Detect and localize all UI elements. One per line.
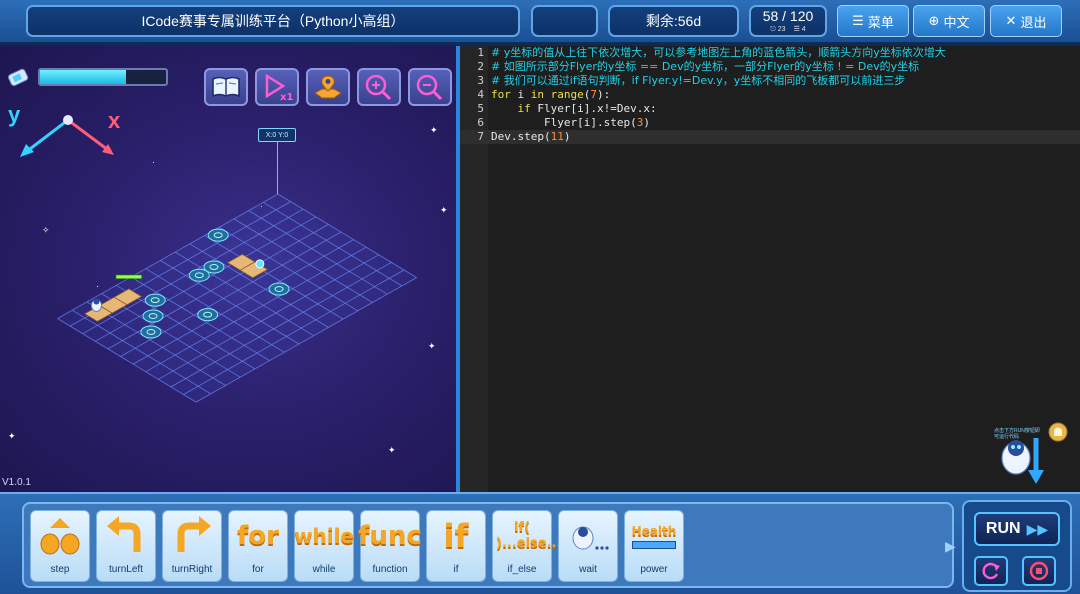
command-label: function — [372, 564, 408, 575]
code-line[interactable]: 2 # 如图所示部分Flyer的y坐标 == Dev的y坐标，一部分Flyer的y… — [460, 60, 1080, 74]
stop-icon — [1029, 561, 1049, 581]
code-text: # y坐标的值从上往下依次增大，可以参考地图左上角的蓝色箭头，顺箭头方向y坐标依… — [491, 46, 946, 59]
command-step[interactable]: step — [30, 510, 90, 582]
command-function[interactable]: func function — [358, 510, 422, 582]
code-line[interactable]: 7 Dev.step(11) — [460, 130, 1080, 144]
command-wait[interactable]: wait — [558, 510, 618, 582]
code-text: for i in range(7): — [491, 88, 611, 101]
top-bar: ICode赛事专属训练平台（Python小高组） 剩余:56d 58 / 120… — [0, 0, 1080, 44]
menu-icon: ☰ — [852, 13, 864, 28]
code-text: Flyer[i].step(3) — [491, 116, 650, 129]
tray-expand-arrow-icon[interactable]: ▶ — [945, 538, 956, 556]
flyer-pad — [140, 325, 162, 339]
game-canvas[interactable]: ✦ ✦ ✦ ✦ · · ✧ · ✦ x1 — [0, 46, 456, 492]
remaining-days-text: 剩余:56d — [645, 13, 702, 29]
menu-button[interactable]: ☰ 菜单 — [837, 5, 909, 37]
for-icon: for — [237, 521, 279, 551]
flyer-pad — [207, 228, 229, 242]
if-icon: if — [443, 517, 469, 555]
globe-icon: ⊕ — [928, 13, 940, 28]
code-text: # 如图所示部分Flyer的y坐标 == Dev的y坐标，一部分Flyer的y坐… — [491, 60, 920, 73]
remaining-days: 剩余:56d — [608, 5, 739, 37]
score-text: 58 / 120 — [762, 8, 814, 24]
code-text: if Flyer[i].x!=Dev.x: — [517, 102, 657, 115]
command-power[interactable]: Health power — [624, 510, 684, 582]
line-number: 5 — [477, 102, 484, 115]
score-box: 58 / 120 ⎋ 23 ☰ 4 — [749, 5, 827, 37]
command-turnleft[interactable]: turnLeft — [96, 510, 156, 582]
command-label: if — [453, 564, 459, 575]
grid-floor — [57, 194, 417, 403]
command-for[interactable]: for for — [228, 510, 288, 582]
command-while[interactable]: while while — [294, 510, 354, 582]
stat-a: ⎋ 23 — [770, 26, 786, 33]
run-panel: RUN ▶▶ — [962, 500, 1072, 592]
code-line[interactable]: 5 if Flyer[i].x!=Dev.x: — [460, 102, 1080, 116]
fast-forward-icon: ▶▶ — [1026, 520, 1049, 537]
line-number: 6 — [477, 116, 484, 129]
while-icon: while — [294, 524, 354, 548]
line-number: 2 — [477, 60, 484, 73]
line-number: 4 — [477, 88, 484, 101]
command-label: while — [312, 564, 336, 575]
flyer-pad — [197, 308, 219, 322]
command-label: turnLeft — [109, 564, 143, 575]
command-label: if_else — [507, 564, 537, 575]
helper-robot-icon — [1001, 422, 1068, 484]
code-text: # 我们可以通过if语句判断，if Flyer.y!=Dev.y，y坐标不相同的… — [491, 74, 906, 87]
command-turnright[interactable]: turnRight — [162, 510, 222, 582]
dev-robot-head — [93, 298, 100, 305]
bottom-bar: step turnLeft turnRight for for while while fun… — [0, 492, 1080, 594]
version-label: V1.0.1 — [2, 477, 31, 488]
command-label: power — [640, 564, 668, 575]
stat-b: ☰ 4 — [793, 26, 806, 33]
step-icon — [33, 514, 87, 558]
code-text: Dev.step(11) — [491, 130, 571, 143]
reset-button[interactable] — [974, 556, 1008, 586]
flyer-pad — [142, 309, 164, 323]
run-label: RUN — [985, 520, 1021, 537]
code-line[interactable]: 4 for i in range(7): — [460, 88, 1080, 102]
code-line[interactable]: 1 # y坐标的值从上往下依次增大，可以参考地图左上角的蓝色箭头，顺箭头方向y坐标… — [460, 46, 1080, 60]
platform-title: ICode赛事专属训练平台（Python小高组） — [26, 5, 520, 37]
code-editor[interactable]: 1 # y坐标的值从上往下依次增大，可以参考地图左上角的蓝色箭头，顺箭头方向y坐标… — [460, 46, 1080, 492]
command-if[interactable]: if if — [426, 510, 486, 582]
code-line[interactable]: 3 # 我们可以通过if语句判断，if Flyer.y!=Dev.y，y坐标不相同… — [460, 74, 1080, 88]
flyer-pad — [144, 293, 166, 307]
command-label: turnRight — [171, 564, 213, 575]
menu-label: 菜单 — [867, 14, 894, 30]
isometric-grid — [57, 193, 417, 403]
exit-button[interactable]: ✕ 退出 — [990, 5, 1062, 37]
line-number: 7 — [477, 130, 484, 143]
line-number: 3 — [477, 74, 484, 87]
language-button[interactable]: ⊕ 中文 — [913, 5, 985, 37]
flyer-pad — [268, 282, 290, 296]
crystal-gem — [255, 259, 265, 269]
refresh-icon — [982, 562, 1000, 580]
wait-icon — [561, 514, 615, 558]
turn-right-icon — [165, 514, 219, 558]
power-icon: Health — [627, 514, 681, 558]
func-icon: func — [358, 521, 422, 551]
flyer-pad — [188, 268, 210, 282]
exit-label: 退出 — [1020, 14, 1047, 30]
command-label: step — [50, 564, 70, 575]
platform-title-text: ICode赛事专属训练平台（Python小高组） — [141, 13, 405, 29]
code-line[interactable]: 6 Flyer[i].step(3) — [460, 116, 1080, 130]
run-button[interactable]: RUN ▶▶ — [974, 512, 1060, 546]
turn-left-icon — [99, 514, 153, 558]
command-label: wait — [579, 564, 597, 575]
line-number: 1 — [477, 46, 484, 59]
blank-info-box — [531, 5, 598, 37]
if-else-icon: if( )...else... — [496, 520, 562, 551]
command-if-else[interactable]: if( )...else... if_else — [492, 510, 562, 582]
close-icon: ✕ — [1005, 13, 1017, 28]
language-label: 中文 — [943, 14, 970, 30]
dev-health-bar — [115, 274, 143, 280]
stop-button[interactable] — [1022, 556, 1056, 586]
command-label: for — [252, 564, 264, 575]
